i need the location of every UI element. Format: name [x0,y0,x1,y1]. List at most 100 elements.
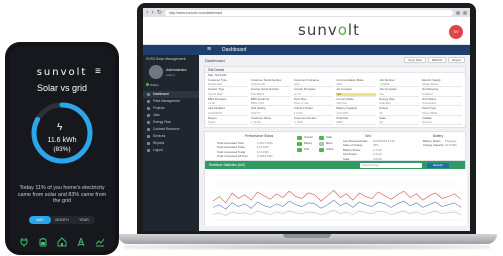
sidebar-item-label: Contract Resource [153,127,180,131]
sidebar-item-reports[interactable]: Reports [143,140,199,147]
field-value[interactable]: 12/03/2019 [208,112,248,116]
extension-icon[interactable] [456,10,460,15]
chart-refresh-button[interactable]: Refresh [427,162,449,168]
forward-icon[interactable]: › [151,8,153,17]
field-value[interactable]: Yes [336,92,377,97]
field-label: Last Modified [208,107,225,111]
sidebar-status: Online [146,83,159,87]
sidebar-item-contract-resource[interactable]: Contract Resource [143,126,199,133]
grid-row-value: 78% [373,143,379,148]
grid-icon[interactable] [76,237,86,249]
sidebar-item-jobs[interactable]: Jobs [143,112,199,119]
segment-day[interactable]: DAY [29,216,51,224]
field-value[interactable]: John [293,83,334,88]
export-button[interactable]: Export [448,57,465,63]
battery-title: Battery [433,134,444,138]
segment-year[interactable]: YEAR [73,216,95,224]
sidebar-item-label: Logout [153,148,163,152]
field-value[interactable]: Sunvolt [422,121,462,126]
segment-month[interactable]: MONTH [51,216,73,224]
field-value[interactable]: Residential [208,83,248,88]
field-value[interactable]: 5.0 kW [293,112,334,116]
sidebar-item-dashboard[interactable]: Dashboard [143,91,199,98]
field-value[interactable]: 5000 [336,121,377,126]
field-value[interactable]: Enabled [422,93,462,97]
sidebar-item-projects[interactable]: Projects [143,105,199,112]
plug-icon[interactable] [19,237,29,249]
status-chip-label: Meter [326,142,333,145]
hamburger-menu-icon[interactable]: ≡ [207,46,211,54]
home-icon[interactable] [57,237,67,249]
field-value[interactable]: Connected [422,102,462,107]
field-value[interactable]: Yes [379,93,420,97]
sidebar-item-plant-management[interactable]: Plant Management [143,98,199,105]
field-value[interactable]: Self Use [336,102,377,107]
field-value[interactable]: SV2134-09 [250,83,291,88]
grid-row-label: State of Charge [343,143,363,148]
field-value[interactable]: v1.08 [208,102,248,107]
page-title: Dashboard [205,58,225,63]
phone-title: Solar vs grid [36,83,88,93]
grid-row-label: Grid Power [343,152,357,157]
site-details-card: Site Details Site: SV-2134 Customer Type… [204,66,466,128]
grid-row-value: 0.4 kW [373,152,382,157]
field-value[interactable]: South [208,121,248,126]
battery-icon[interactable] [38,237,48,249]
phone-menu-icon[interactable]: ≡ [95,67,101,77]
chart-icon[interactable] [95,237,105,249]
field-value[interactable]: 20 [379,112,420,116]
field-value[interactable]: AS4777 [250,112,291,116]
field-label: Energy Plan [379,97,395,101]
status-chip-label: Solar [326,136,333,139]
field-value[interactable]: 13.5 kWh [336,112,377,116]
menu-item-icon [147,114,150,117]
field-value[interactable]: Single Phase [422,83,462,88]
reload-icon[interactable]: ↻ [157,8,162,17]
field-label: Communication Mode [336,79,364,82]
chart-range-input[interactable]: Select Range [360,162,422,168]
field-value[interactable]: BMS-7721 [250,102,291,107]
field-value[interactable]: INV-48213 [250,93,291,97]
field-value[interactable]: WiFi [336,83,377,88]
field-value[interactable]: SA [379,121,420,126]
browser-menu-icon[interactable] [463,10,467,15]
sidebar-item-label: Plant Management [153,99,180,103]
sidebar-item-logout[interactable]: Logout [143,147,199,154]
laptop-shadow [124,244,490,250]
address-bar[interactable]: http://www.sunvolt.com/dashboard [164,9,453,16]
field-label: Job Complete [379,88,397,92]
field-value[interactable]: J. Smith [250,121,291,126]
field-label: AC Coupled [336,88,352,92]
menu-item-icon [147,149,150,152]
solar-ring-gauge [31,102,93,164]
field-value[interactable]: Mono 330W [422,112,462,116]
main-content: Dashboard Sync Now Refresh Export Site Det… [199,55,470,231]
field-label: Grid Status [422,97,437,101]
field-label: Price Plan [293,97,307,101]
field-value[interactable]: Hybrid 5kW [208,93,248,97]
realtime-line-chart [205,169,467,226]
field-value[interactable]: Standard [379,102,420,107]
field-value[interactable]: C-1029 [293,121,334,126]
performance-row-label: Total Generated Total [217,141,244,145]
field-label: Inverter Firmware [293,88,316,92]
menu-item-icon [147,142,150,145]
back-icon[interactable]: ‹ [146,8,148,17]
field-label: BMS Firmware [208,97,227,101]
sidebar-item-energy-flow[interactable]: Energy Flow [143,119,199,126]
field-value[interactable]: Time of Use [293,102,334,107]
field-value[interactable]: J-20931 [379,83,420,88]
refresh-button[interactable]: Refresh [427,57,447,63]
sidebar-item-label: Energy Flow [153,120,171,124]
sync-now-button[interactable]: Sync Now [404,57,426,63]
field-label: State [379,116,386,120]
field-label: Customer Number [293,116,317,120]
grid-row-value: 12/03/2019 14:22 [373,139,395,143]
sidebar-avatar[interactable] [149,65,163,79]
field-label: Electric Supply [422,79,441,82]
field-label: Customer Firstname [293,79,319,82]
user-avatar[interactable]: SV [449,25,463,39]
field-value[interactable]: v2.14 [293,93,334,97]
sidebar-item-services[interactable]: Services [143,133,199,140]
battery-row-value: 13.5 kWh [445,143,457,148]
